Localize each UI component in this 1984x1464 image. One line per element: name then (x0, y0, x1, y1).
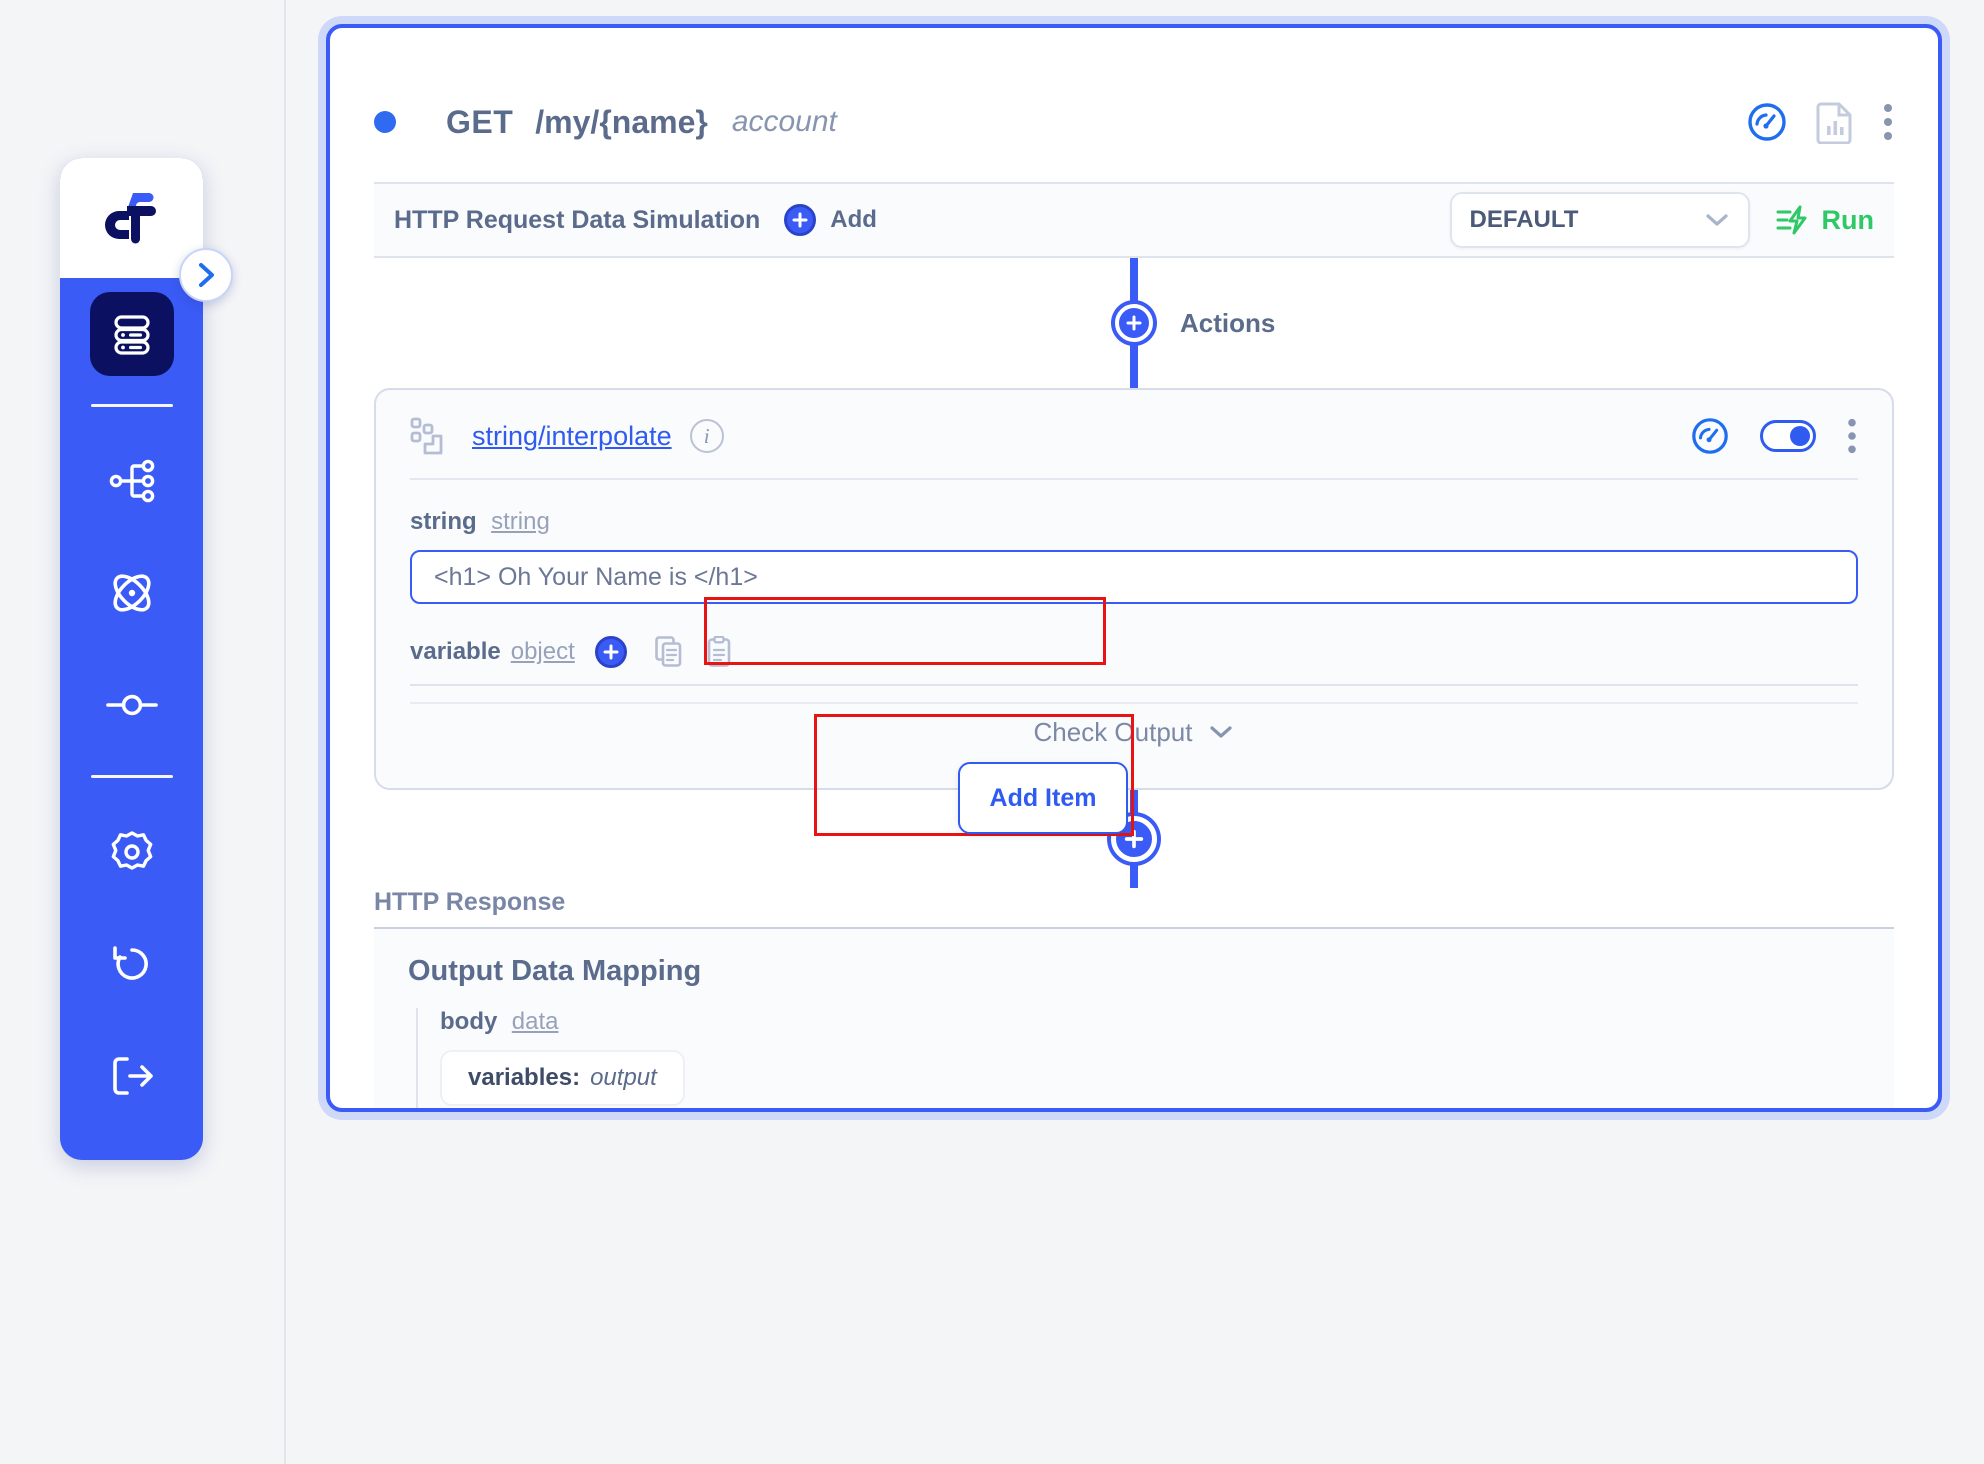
sidebar-item-workflows[interactable] (60, 425, 203, 537)
run-button[interactable]: Run (1776, 204, 1874, 236)
field-variable: variable object (410, 636, 1858, 668)
check-output-toggle[interactable]: Check Output (410, 702, 1858, 760)
gauge-icon[interactable] (1746, 101, 1788, 143)
main-canvas: GET /my/{name} account HTTP Request Data… (286, 0, 1984, 1464)
output-data-mapping-body: body data variables: output header objec… (416, 1008, 1894, 1108)
add-item-label: Add Item (989, 783, 1097, 812)
report-file-icon[interactable] (1816, 100, 1854, 144)
plus-icon (603, 644, 619, 660)
gauge-icon[interactable] (1690, 416, 1730, 456)
database-icon (113, 315, 150, 355)
check-output-label: Check Output (1033, 716, 1193, 747)
http-response-label: HTTP Response (374, 888, 566, 916)
paste-icon[interactable] (705, 636, 733, 668)
sidebar-item-database-box (89, 292, 174, 376)
atom-icon (112, 574, 151, 612)
more-vertical-icon[interactable] (1882, 102, 1894, 142)
actions-node-row: Actions (330, 258, 1938, 388)
endpoint-card: GET /my/{name} account HTTP Request Data… (326, 24, 1942, 1112)
action-blocks-icon (410, 417, 443, 455)
chip-value: output (590, 1064, 657, 1091)
sidebar (60, 158, 233, 1160)
sidebar-expand-button[interactable] (179, 248, 233, 302)
plus-icon (1126, 315, 1142, 331)
sidebar-divider-top (90, 404, 173, 407)
body-variables-chip[interactable]: variables: output (440, 1050, 685, 1106)
field-variable-label: variable (410, 638, 501, 665)
action-enabled-toggle[interactable] (1760, 420, 1816, 452)
variable-divider (410, 684, 1858, 686)
action-name-link[interactable]: string/interpolate (472, 421, 672, 452)
sidebar-item-database[interactable] (60, 278, 203, 390)
endpoint-header-actions (1746, 100, 1894, 144)
add-variable-item-button[interactable] (594, 636, 627, 668)
sidebar-item-pipeline[interactable] (60, 649, 203, 761)
sidebar-divider-bottom (90, 775, 173, 778)
simulation-title: HTTP Request Data Simulation (394, 205, 761, 234)
status-dot-icon (374, 111, 396, 133)
plus-icon (792, 212, 808, 228)
app-logo[interactable] (60, 158, 233, 302)
chip-key: variables: (468, 1064, 581, 1091)
sidebar-column (0, 0, 286, 1464)
actions-label: Actions (1180, 307, 1276, 338)
app-root: GET /my/{name} account HTTP Request Data… (0, 0, 1984, 1464)
endpoint-tag: account (731, 105, 837, 138)
add-action-button[interactable] (1115, 304, 1153, 342)
more-vertical-icon[interactable] (1846, 417, 1858, 455)
endpoint-method: GET (446, 103, 514, 140)
environment-select[interactable]: DEFAULT (1449, 192, 1750, 248)
chevron-down-icon (1210, 726, 1233, 738)
sidebar-item-settings[interactable] (60, 796, 203, 908)
copy-icon[interactable] (654, 636, 683, 668)
field-body-label: body (440, 1008, 498, 1035)
field-string-type[interactable]: string (491, 508, 550, 535)
gear-icon (111, 831, 152, 870)
run-label: Run (1821, 204, 1874, 235)
chevron-down-icon (1705, 214, 1728, 226)
endpoint-path: /my/{name} (535, 103, 708, 140)
add-simulation-label[interactable]: Add (830, 206, 877, 234)
add-node-row (330, 790, 1938, 888)
simulation-bar: HTTP Request Data Simulation Add DEFAULT (374, 182, 1894, 258)
history-icon (112, 946, 148, 980)
field-body: body data (440, 1008, 1894, 1036)
sidebar-item-logout[interactable] (60, 1020, 203, 1132)
branch-icon (109, 459, 154, 503)
toggle-knob (1790, 426, 1810, 446)
logout-icon (112, 1057, 153, 1095)
field-body-type[interactable]: data (512, 1008, 559, 1035)
field-variable-type[interactable]: object (511, 638, 575, 666)
field-string: string string <h1> Oh Your Name is </h1> (410, 508, 1858, 604)
run-lightning-icon (1776, 205, 1807, 235)
action-card-string-interpolate: string/interpolate i string string <h1> … (374, 388, 1894, 790)
info-icon[interactable]: i (689, 419, 724, 453)
endpoint-header: GET /my/{name} account (330, 28, 1938, 156)
plus-icon (1124, 829, 1144, 849)
string-input[interactable]: <h1> Oh Your Name is </h1> (410, 550, 1858, 604)
add-simulation-button[interactable] (784, 204, 817, 236)
sidebar-item-integrations[interactable] (60, 537, 203, 649)
sidebar-item-history[interactable] (60, 908, 203, 1020)
field-string-label: string (410, 508, 477, 535)
action-card-header: string/interpolate i (410, 416, 1858, 480)
action-card-actions (1690, 416, 1858, 456)
output-data-mapping-panel: Output Data Mapping body data variables:… (374, 927, 1894, 1108)
logo-icon (104, 193, 156, 244)
output-data-mapping-title: Output Data Mapping (408, 955, 702, 987)
node-icon (105, 694, 158, 716)
environment-value: DEFAULT (1469, 206, 1579, 233)
add-item-tooltip[interactable]: Add Item (958, 762, 1128, 834)
chevron-right-icon (199, 263, 214, 287)
